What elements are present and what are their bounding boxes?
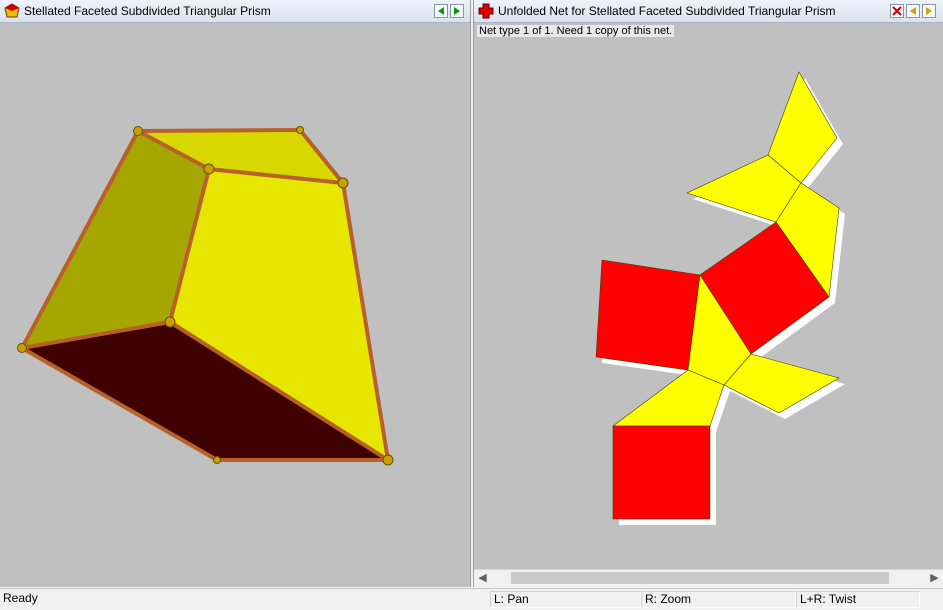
next-button[interactable] (450, 4, 464, 18)
next-button[interactable] (922, 4, 936, 18)
polyhedron-view-window[interactable]: Stellated Faceted Subdivided Triangular … (0, 0, 471, 587)
status-bar: Ready L: Pan R: Zoom L+R: Twist (0, 588, 943, 610)
left-window-title: Stellated Faceted Subdivided Triangular … (24, 4, 271, 18)
horizontal-scrollbar[interactable]: ◀ ▶ (474, 569, 943, 587)
polyhedron-icon (4, 3, 20, 18)
net-face-yellow (612, 369, 725, 427)
polyhedron-canvas[interactable] (0, 23, 471, 587)
arrow-left-icon (910, 7, 916, 15)
arrow-right-icon (454, 7, 460, 15)
net-faces (595, 71, 840, 520)
status-zoom-hint: R: Zoom (641, 591, 796, 608)
arrow-left-icon (438, 7, 444, 15)
status-ready: Ready (3, 591, 38, 605)
close-icon (892, 6, 902, 16)
scroll-left-button[interactable]: ◀ (474, 570, 491, 587)
right-titlebar: Unfolded Net for Stellated Faceted Subdi… (474, 0, 943, 23)
right-window-title: Unfolded Net for Stellated Faceted Subdi… (498, 4, 836, 18)
net-canvas[interactable] (474, 23, 943, 570)
arrow-right-icon (926, 7, 932, 15)
previous-button[interactable] (434, 4, 448, 18)
status-twist-hint: L+R: Twist (796, 591, 920, 608)
close-button[interactable] (890, 4, 904, 18)
left-titlebar: Stellated Faceted Subdivided Triangular … (0, 0, 470, 23)
net-face-red (612, 425, 711, 520)
status-pan-hint: L: Pan (490, 591, 641, 608)
previous-button[interactable] (906, 4, 920, 18)
net-cross-icon (478, 3, 494, 19)
net-view-window[interactable]: Unfolded Net for Stellated Faceted Subdi… (473, 0, 943, 587)
net-face-red (595, 259, 701, 371)
scrollbar-thumb[interactable] (511, 572, 889, 584)
scroll-right-button[interactable]: ▶ (926, 570, 943, 587)
